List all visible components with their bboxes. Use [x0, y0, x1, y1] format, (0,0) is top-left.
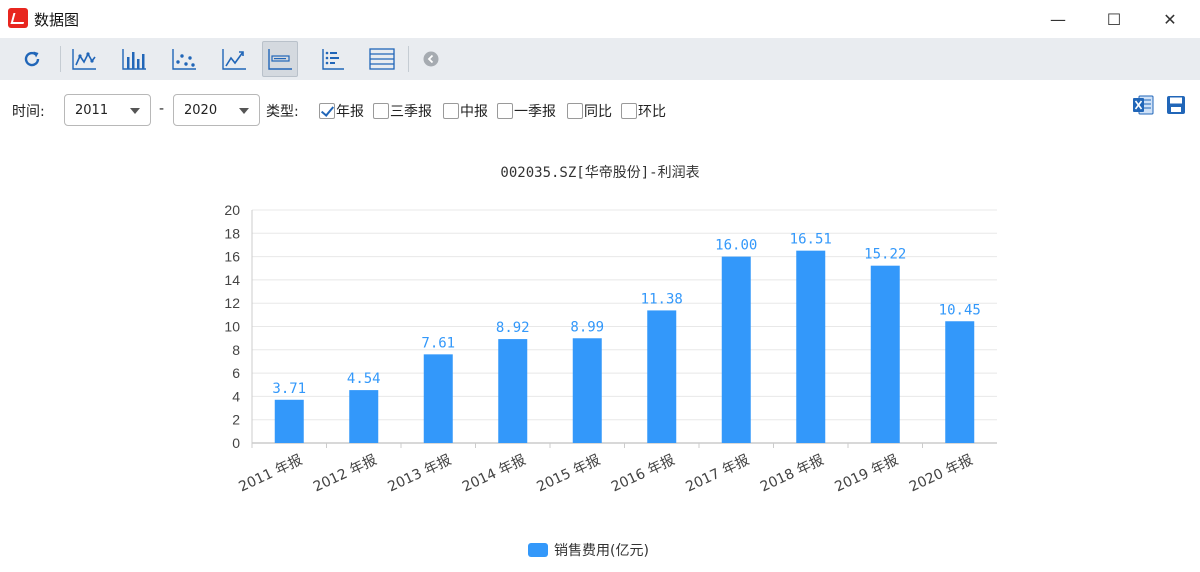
x-tick-label: 2014 年报 [460, 452, 528, 495]
bar [721, 256, 751, 443]
bar [647, 310, 677, 443]
bar-data-label: 16.00 [715, 238, 757, 254]
bar [274, 399, 304, 443]
bar-chart: 0 2 4 6 8 10 12 14 16 18 20 3.71 2011 年报 4.54 2012 年报 7… [224, 202, 997, 495]
y-tick-label: 10 [224, 319, 240, 335]
chart-legend[interactable]: 销售费用(亿元) [528, 540, 649, 560]
y-tick-label: 0 [232, 435, 240, 451]
x-tick-label: 2018 年报 [758, 452, 826, 495]
bar [423, 354, 453, 443]
y-tick-label: 16 [224, 249, 240, 265]
y-tick-label: 20 [224, 202, 240, 218]
bar [945, 321, 975, 443]
bar [572, 338, 602, 443]
y-tick-label: 4 [232, 388, 240, 404]
y-tick-label: 14 [224, 272, 240, 288]
y-tick-label: 6 [232, 365, 240, 381]
bar [498, 339, 528, 443]
bar-data-label: 8.92 [496, 320, 530, 336]
bar-data-label: 3.71 [272, 381, 306, 397]
bar [870, 265, 900, 443]
y-tick-label: 8 [232, 342, 240, 358]
bar-data-label: 7.61 [421, 335, 455, 351]
legend-swatch [528, 543, 548, 557]
bar-data-label: 11.38 [641, 291, 683, 307]
x-tick-label: 2011 年报 [236, 452, 304, 495]
bar-data-label: 10.45 [939, 302, 981, 318]
bar [349, 390, 379, 443]
bar-data-label: 8.99 [570, 319, 604, 335]
x-tick-label: 2016 年报 [609, 452, 677, 495]
bar-data-label: 15.22 [864, 247, 906, 263]
legend-label: 销售费用(亿元) [554, 543, 649, 559]
x-tick-label: 2017 年报 [683, 452, 751, 495]
x-tick-label: 2012 年报 [311, 452, 379, 495]
bar-data-label: 16.51 [790, 232, 832, 248]
x-tick-label: 2019 年报 [832, 452, 900, 495]
x-tick-label: 2013 年报 [385, 452, 453, 495]
bar-data-label: 4.54 [347, 371, 381, 387]
x-tick-label: 2020 年报 [907, 452, 975, 495]
x-tick-label: 2015 年报 [534, 452, 602, 495]
bar [796, 250, 826, 443]
y-tick-label: 12 [224, 295, 240, 311]
y-tick-label: 2 [232, 412, 240, 428]
y-tick-label: 18 [224, 225, 240, 241]
